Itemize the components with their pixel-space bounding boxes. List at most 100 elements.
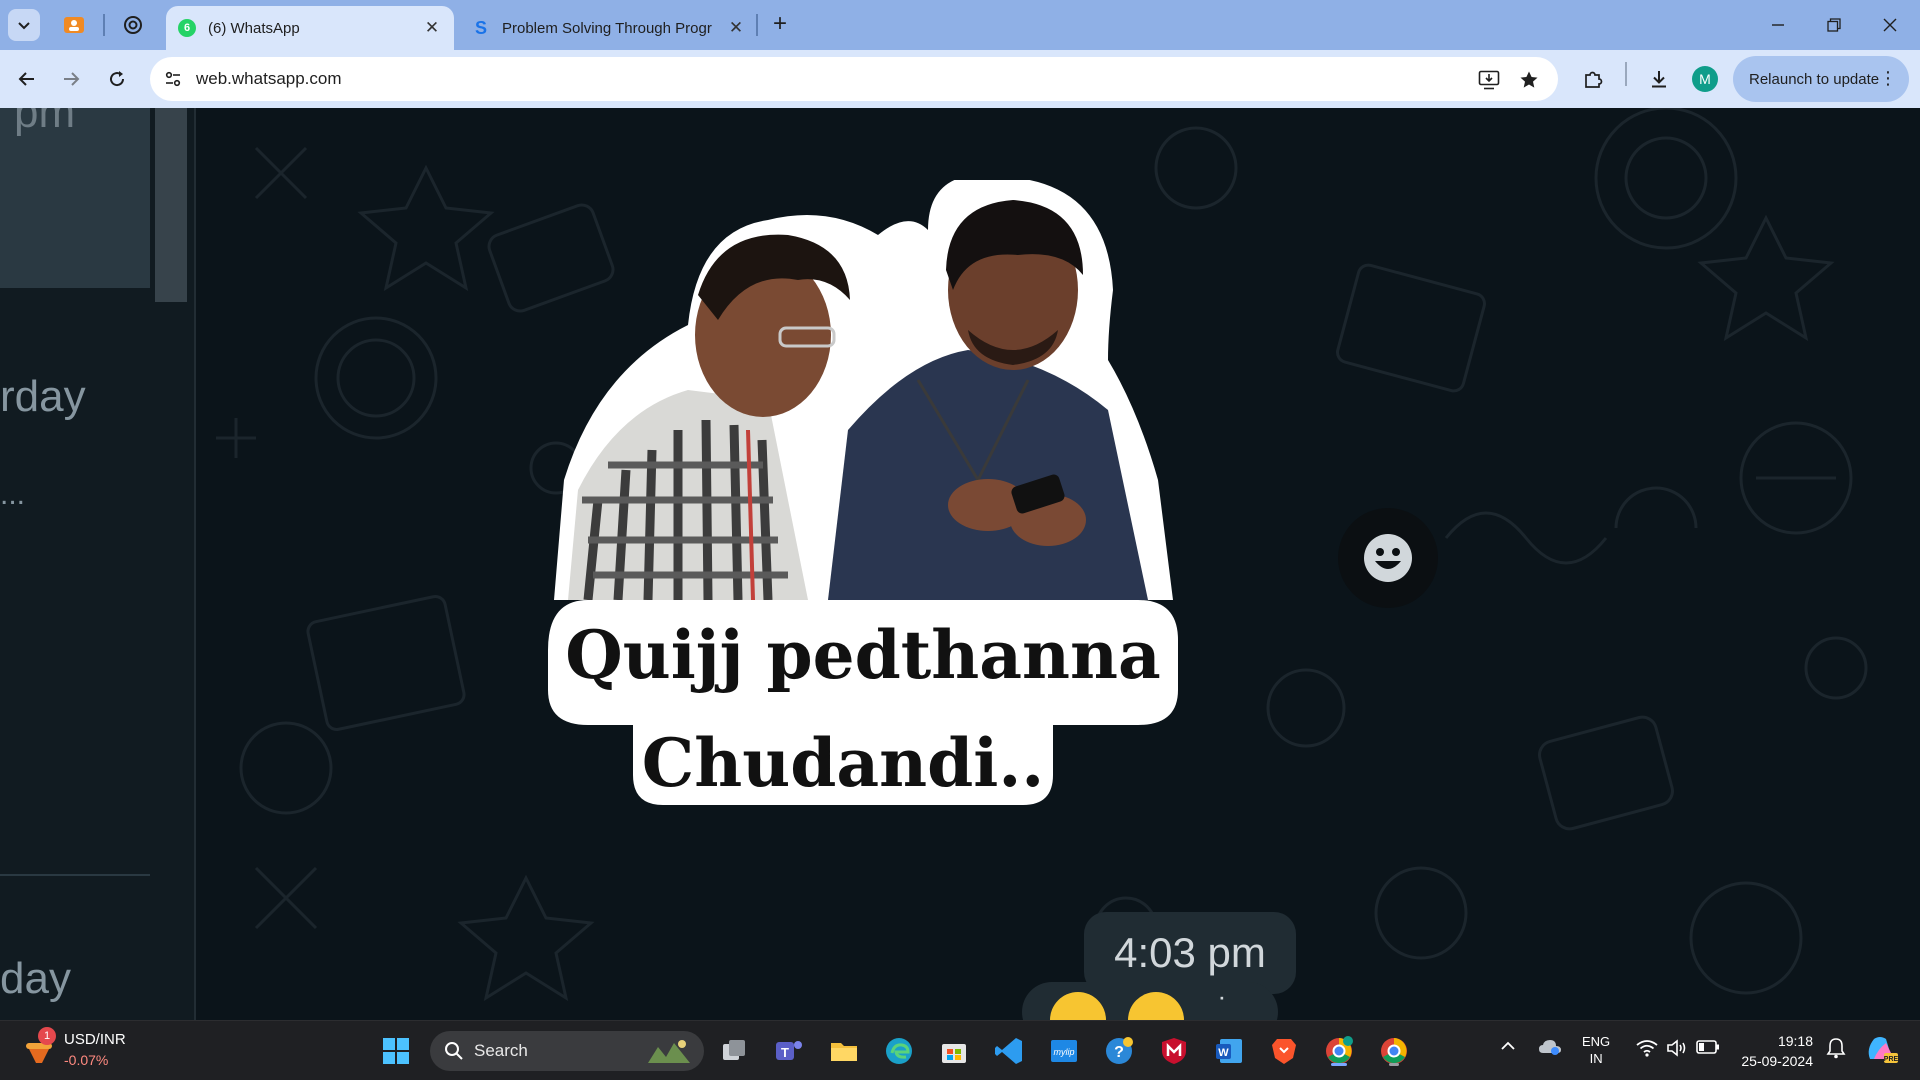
chat-time-fragment: pm (14, 108, 76, 137)
site-info-icon[interactable] (162, 68, 184, 90)
store-icon (942, 1044, 966, 1063)
wifi-icon (1636, 1040, 1658, 1057)
downloads-button[interactable] (1642, 62, 1676, 96)
tab-whatsapp[interactable]: 6 (6) WhatsApp ✕ (166, 6, 454, 50)
chatgpt-icon (124, 16, 142, 34)
restore-button[interactable] (1806, 8, 1862, 42)
bookmark-star-icon[interactable] (1516, 67, 1542, 93)
windows-logo-icon (383, 1038, 409, 1064)
edge-app[interactable] (881, 1033, 917, 1069)
more-menu-icon[interactable]: ⋮ (1879, 68, 1897, 88)
chrome-profile-m-app[interactable] (1321, 1033, 1357, 1069)
notifications-button[interactable] (1826, 1037, 1846, 1063)
tab-title: (6) WhatsApp (208, 19, 300, 37)
store-app[interactable] (936, 1033, 972, 1069)
windows-taskbar: 1 USD/INR -0.07% Search T mylip ? W ENG … (0, 1020, 1920, 1080)
tab-separator (103, 14, 105, 36)
whatsapp-icon: 6 (178, 19, 196, 37)
tab-problem-solving[interactable]: S Problem Solving Through Progr ✕ (460, 6, 758, 50)
help-app[interactable]: ? (1101, 1033, 1137, 1069)
grinning-emoji-icon (1128, 992, 1184, 1020)
network-status[interactable] (1636, 1039, 1658, 1061)
tab-search-button[interactable] (8, 9, 40, 41)
reload-icon (110, 71, 125, 87)
speaker-icon (1667, 1039, 1686, 1057)
react-emoji-button[interactable] (1338, 508, 1438, 608)
copilot-icon: PRE (1868, 1037, 1899, 1063)
task-view-button[interactable] (716, 1033, 752, 1069)
sticker-caption-line-2: Chudandi.. (642, 724, 1045, 802)
profile-avatar[interactable]: M (1692, 66, 1718, 92)
word-icon: W (1216, 1039, 1242, 1063)
brave-lion-icon (1272, 1039, 1296, 1064)
notification-badge: 1 (38, 1027, 56, 1045)
extensions-button[interactable] (1576, 62, 1610, 96)
running-indicator (1331, 1063, 1347, 1066)
download-icon (1652, 71, 1666, 88)
volume-status[interactable] (1666, 1039, 1688, 1061)
search-highlight-art (648, 1040, 690, 1063)
message-reactions[interactable]: ᐧ (1022, 982, 1278, 1020)
new-tab-button[interactable]: + (765, 10, 795, 40)
clock[interactable]: 19:18 25-09-2024 (1737, 1031, 1813, 1071)
scrollbar-thumb[interactable] (155, 108, 187, 302)
taskbar-search[interactable]: Search (430, 1031, 704, 1071)
pinned-tab-chatgpt[interactable] (117, 9, 149, 41)
folder-icon (831, 1043, 857, 1061)
chat-divider (0, 874, 150, 876)
battery-status[interactable] (1696, 1040, 1720, 1058)
pinned-tab-1[interactable] (58, 9, 90, 41)
teams-app[interactable]: T (771, 1033, 807, 1069)
install-app-icon[interactable] (1476, 67, 1502, 93)
url-text[interactable]: web.whatsapp.com (196, 69, 342, 89)
close-tab-icon[interactable]: ✕ (726, 18, 746, 38)
tab-separator (756, 14, 758, 36)
relaunch-to-update-button[interactable]: Relaunch to update ⋮ (1733, 56, 1909, 102)
bell-icon (1826, 1038, 1846, 1059)
back-button[interactable] (10, 62, 44, 96)
arrow-left-icon (18, 72, 34, 86)
minimize-button[interactable] (1750, 8, 1806, 42)
language-code: ENG (1582, 1034, 1611, 1049)
chevron-down-icon (18, 22, 30, 30)
word-app[interactable]: W (1211, 1033, 1247, 1069)
svg-text:PRE: PRE (1884, 1056, 1898, 1063)
site-s-icon: S (474, 17, 487, 38)
address-bar[interactable]: web.whatsapp.com (150, 57, 1558, 101)
sticker-image: Quijj pedthanna Chudandi.. (548, 180, 1178, 805)
close-window-button[interactable] (1862, 8, 1918, 42)
cloud-icon (1539, 1040, 1561, 1055)
copilot-button[interactable]: PRE (1864, 1033, 1899, 1069)
brave-app[interactable] (1266, 1033, 1302, 1069)
search-label: Search (474, 1041, 528, 1060)
file-explorer-app[interactable] (826, 1033, 862, 1069)
restore-icon (1827, 18, 1841, 32)
close-tab-icon[interactable]: ✕ (422, 18, 442, 38)
battery-icon (1696, 1040, 1719, 1054)
start-button[interactable] (378, 1033, 414, 1069)
language-indicator[interactable]: ENG IN (1582, 1033, 1610, 1067)
minimize-icon (1772, 24, 1784, 26)
search-icon (445, 1042, 463, 1060)
onedrive-tray[interactable] (1538, 1037, 1562, 1061)
clock-time: 19:18 (1777, 1033, 1813, 1049)
close-icon (1883, 18, 1897, 32)
mylip-app[interactable]: mylip (1046, 1033, 1082, 1069)
mcafee-app[interactable] (1156, 1033, 1192, 1069)
svg-text:mylip: mylip (1053, 1047, 1074, 1057)
chat-date-fragment: rday (0, 372, 86, 421)
vscode-icon (995, 1038, 1022, 1064)
clock-date: 25-09-2024 (1741, 1053, 1813, 1069)
reaction-more-icon: ᐧ (1218, 984, 1225, 1014)
forward-button[interactable] (54, 62, 88, 96)
chat-preview-ellipsis: ... (0, 478, 26, 511)
reload-button[interactable] (100, 62, 134, 96)
chrome-app[interactable] (1376, 1033, 1412, 1069)
vscode-app[interactable] (991, 1033, 1027, 1069)
arrow-right-icon (64, 72, 80, 86)
widgets-ticker[interactable]: 1 USD/INR -0.07% (22, 1027, 126, 1070)
show-hidden-icons-button[interactable] (1500, 1039, 1516, 1057)
pinned-app-icon (64, 17, 84, 33)
mylip-icon: mylip (1051, 1040, 1077, 1062)
browser-tab-strip: 6 (6) WhatsApp ✕ S Problem Solving Throu… (0, 0, 1920, 50)
